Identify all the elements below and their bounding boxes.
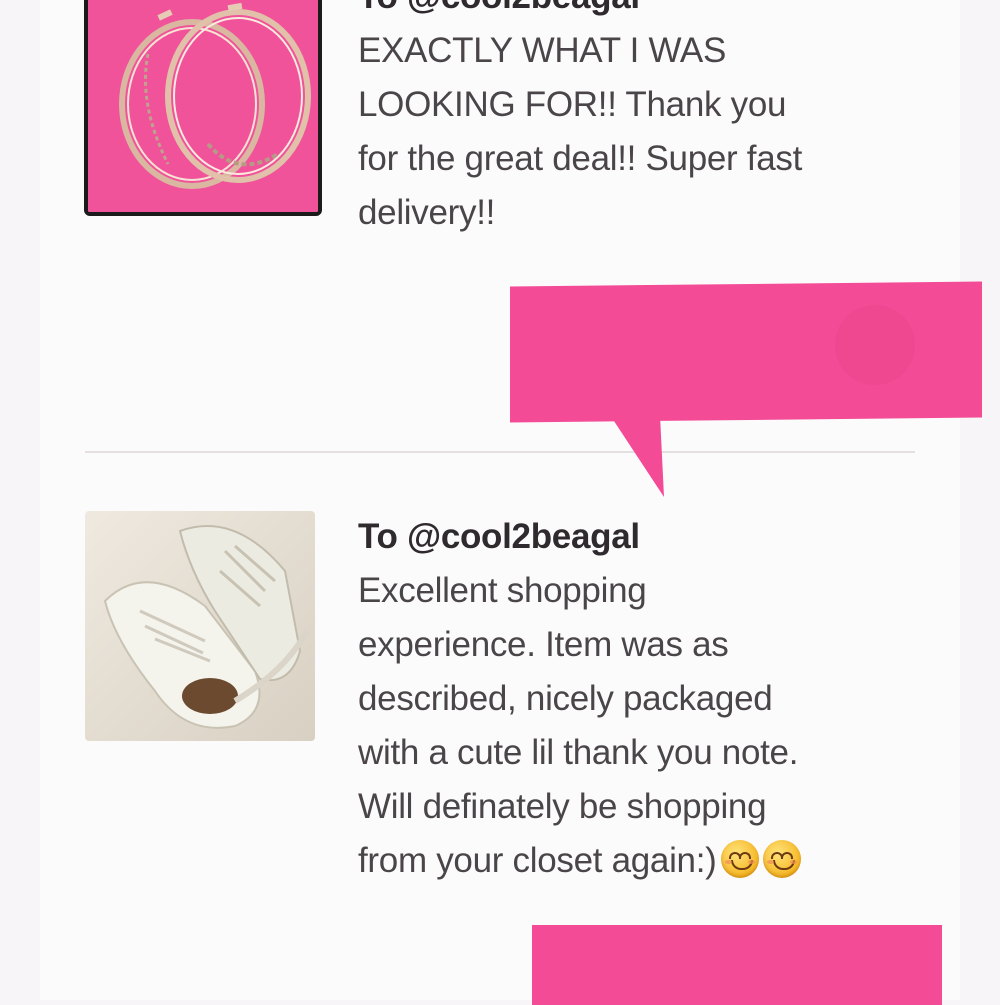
review-text: To @cool2beagal Excellent shopping exper… xyxy=(358,510,918,888)
review-recipient[interactable]: To @cool2beagal xyxy=(358,0,918,24)
review-line: for the great deal!! Super fast xyxy=(358,139,803,178)
review-line: LOOKING FOR!! Thank you xyxy=(358,85,787,124)
sneakers-image xyxy=(85,511,315,741)
review-line: delivery!! xyxy=(358,193,496,232)
review-divider xyxy=(85,451,915,453)
review-text: To @cool2beagal EXACTLY WHAT I WAS LOOKI… xyxy=(358,0,918,240)
review-line: experience. Item was as xyxy=(358,625,729,664)
review-line-last: from your closet again:) xyxy=(358,834,918,888)
review-thumbnail-sneakers[interactable] xyxy=(85,511,315,741)
review-thumbnail-earrings[interactable] xyxy=(84,0,322,216)
smiling-face-emoji xyxy=(762,840,801,878)
faded-avatar-circle xyxy=(835,305,915,385)
pink-banner-bottom xyxy=(532,925,942,1005)
review-line: with a cute lil thank you note. xyxy=(358,733,799,772)
review-line: Excellent shopping xyxy=(358,571,647,610)
hoop-earrings-image xyxy=(88,0,318,212)
review-item: To @cool2beagal Excellent shopping exper… xyxy=(40,455,960,1000)
review-line: described, nicely packaged xyxy=(358,679,773,718)
review-line: Will definately be shopping xyxy=(358,787,767,826)
review-line: from your closet again:) xyxy=(358,841,717,880)
smiling-face-emoji xyxy=(720,840,759,878)
review-line: EXACTLY WHAT I WAS xyxy=(358,31,726,70)
reviews-panel: To @cool2beagal EXACTLY WHAT I WAS LOOKI… xyxy=(40,0,960,1000)
speech-bubble-tail xyxy=(610,415,664,497)
review-recipient[interactable]: To @cool2beagal xyxy=(358,510,918,564)
